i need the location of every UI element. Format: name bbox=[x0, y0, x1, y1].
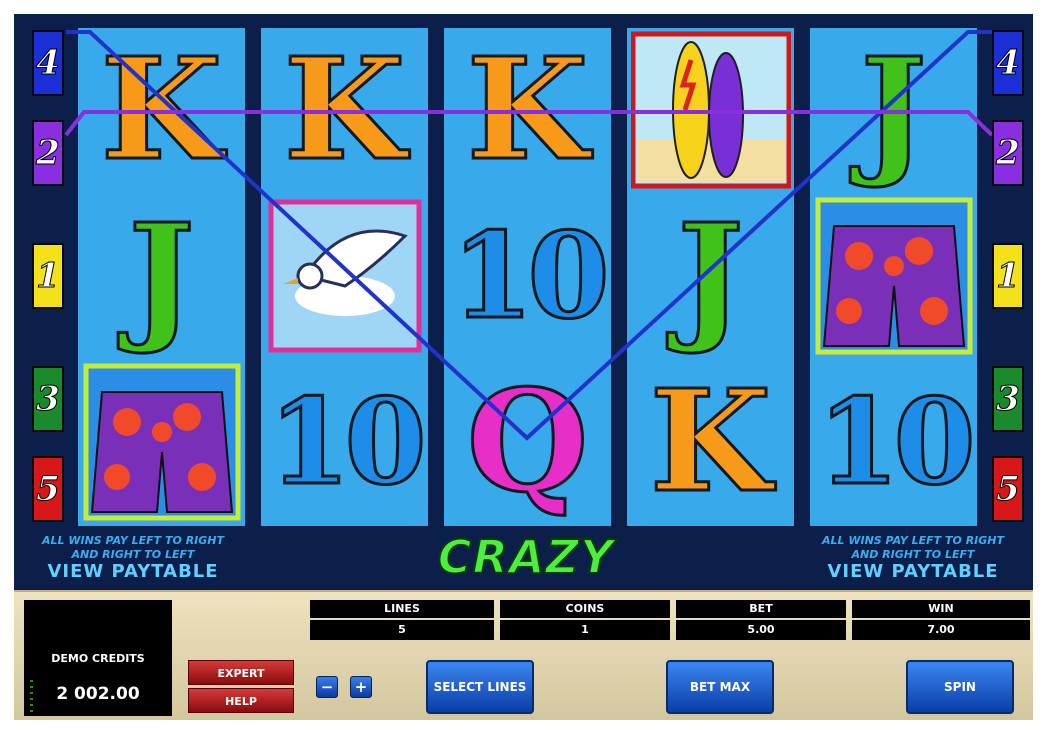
credits-value: 2 002.00 bbox=[56, 684, 140, 704]
control-panel: DEMO CREDITS 2 002.00 LINES 5 COINS 1 BE… bbox=[14, 590, 1033, 720]
view-paytable-link[interactable]: VIEW PAYTABLE bbox=[28, 563, 238, 581]
line-badge-right-3[interactable]: 3 bbox=[992, 366, 1024, 432]
line-badge-left-3[interactable]: 3 bbox=[32, 366, 64, 432]
win-label: WIN bbox=[852, 600, 1030, 618]
coins-label: COINS bbox=[500, 600, 670, 618]
coins-decrease-button[interactable]: − bbox=[316, 676, 338, 698]
lines-value: 5 bbox=[310, 620, 494, 640]
pays-info-left: ALL WINS PAY LEFT TO RIGHT AND RIGHT TO … bbox=[28, 534, 238, 581]
line-badge-left-5[interactable]: 5 bbox=[32, 456, 64, 522]
help-button[interactable]: HELP bbox=[188, 688, 294, 713]
credits-label: DEMO CREDITS bbox=[51, 652, 145, 665]
bet-label: BET bbox=[676, 600, 846, 618]
lines-label: LINES bbox=[310, 600, 494, 618]
coins-increase-button[interactable]: + bbox=[350, 676, 372, 698]
select-lines-button[interactable]: SELECT LINES bbox=[426, 660, 534, 714]
line-badge-left-1[interactable]: 1 bbox=[32, 243, 64, 309]
line-badge-left-4[interactable]: 4 bbox=[32, 30, 64, 96]
line-badge-right-4[interactable]: 4 bbox=[992, 30, 1024, 96]
win-value: 7.00 bbox=[852, 620, 1030, 640]
credits-display: DEMO CREDITS 2 002.00 bbox=[24, 600, 172, 716]
line-badge-right-2[interactable]: 2 bbox=[992, 120, 1024, 186]
payline-2 bbox=[64, 110, 994, 137]
pays-info-right: ALL WINS PAY LEFT TO RIGHT AND RIGHT TO … bbox=[808, 534, 1018, 581]
payline-4 bbox=[66, 30, 992, 441]
view-paytable-link[interactable]: VIEW PAYTABLE bbox=[808, 563, 1018, 581]
spin-button[interactable]: SPIN bbox=[906, 660, 1014, 714]
expert-button[interactable]: EXPERT bbox=[188, 660, 294, 685]
line-badge-left-2[interactable]: 2 bbox=[32, 120, 64, 186]
line-badge-right-1[interactable]: 1 bbox=[992, 243, 1024, 309]
line-badge-right-5[interactable]: 5 bbox=[992, 456, 1024, 522]
bet-value: 5.00 bbox=[676, 620, 846, 640]
coins-value: 1 bbox=[500, 620, 670, 640]
bet-max-button[interactable]: BET MAX bbox=[666, 660, 774, 714]
